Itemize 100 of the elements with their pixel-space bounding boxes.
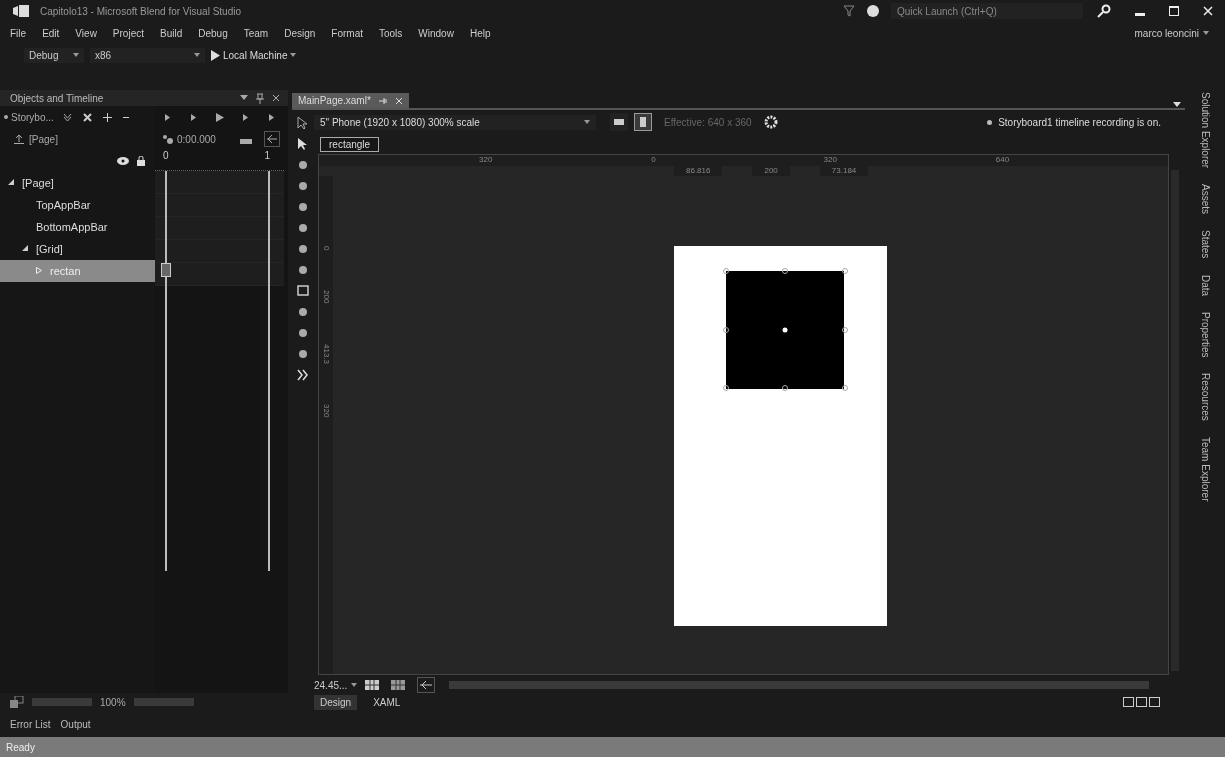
storyboard-picker[interactable]: Storybo... (4, 111, 54, 123)
menu-item[interactable]: Design (284, 27, 316, 39)
keyframe-icon[interactable] (163, 134, 173, 144)
pin-icon[interactable] (256, 92, 264, 104)
more-tools-icon[interactable] (297, 368, 309, 382)
tree-item[interactable]: BottomAppBar (0, 216, 155, 238)
playback-control-icon[interactable] (189, 112, 199, 122)
quick-launch-field[interactable]: Quick Launch (Ctrl+Q) (891, 3, 1083, 19)
side-panel-tab[interactable]: Assets (1199, 184, 1211, 215)
play-icon (211, 49, 220, 61)
view-tab[interactable]: XAML (367, 694, 407, 710)
measurement-label: 73.184 (819, 166, 869, 176)
platform-dropdown[interactable]: x86 (90, 47, 205, 63)
layout-icon[interactable] (10, 696, 24, 708)
zoom-dropdown[interactable]: 24.45... (314, 679, 358, 691)
dot-icon (4, 115, 8, 119)
add-icon[interactable] (102, 112, 112, 122)
side-panel-tab[interactable]: Resources (1199, 373, 1211, 422)
filter-icon[interactable] (843, 5, 855, 17)
artboard-page[interactable] (674, 246, 887, 626)
recording-status: Storyboard1 timeline recording is on. (998, 116, 1161, 128)
maximize-icon[interactable] (1169, 6, 1179, 16)
portrait-orientation-icon[interactable] (634, 113, 652, 131)
panel-title: Objects and Timeline (10, 92, 104, 104)
playhead-line[interactable] (165, 171, 167, 571)
view-tab[interactable]: Design (314, 694, 358, 710)
menu-item[interactable]: Help (469, 27, 491, 39)
keyframe-icon[interactable] (161, 263, 171, 277)
ruler-label: 640 (995, 155, 1011, 166)
side-panel-tab[interactable]: Data (1199, 274, 1211, 296)
close-storyboard-icon[interactable] (82, 112, 92, 122)
device-dropdown[interactable]: 5" Phone (1920 x 1080) 300% scale (314, 114, 596, 130)
timeline-tick-label: 0 (163, 150, 169, 163)
playback-control-icon[interactable] (215, 112, 224, 122)
tree-item[interactable]: TopAppBar (0, 194, 155, 216)
side-panel-tab[interactable]: Solution Explorer (1199, 92, 1211, 169)
run-button[interactable]: Local Machine (211, 49, 297, 61)
side-panel-tab[interactable]: Team Explorer (1199, 437, 1211, 502)
horizontal-scrollbar[interactable] (133, 698, 194, 706)
menu-item[interactable]: Debug (198, 27, 228, 39)
timeline-time[interactable]: 0:00.000 (177, 133, 216, 145)
eye-icon[interactable] (117, 157, 129, 165)
menu-item[interactable]: Format (331, 27, 363, 39)
ruler-label: 0 (321, 246, 331, 251)
caret-icon (290, 53, 297, 57)
menu-item[interactable]: Build (160, 27, 183, 39)
menu-item[interactable]: View (75, 27, 97, 39)
lock-icon[interactable] (137, 156, 145, 166)
grid-icon[interactable] (365, 680, 380, 690)
timeline-zoom[interactable]: 100% (100, 696, 126, 708)
horizontal-scrollbar[interactable] (449, 681, 1149, 689)
caret-icon (194, 53, 200, 57)
ruler-label: 320 (321, 403, 331, 418)
horizontal-scrollbar[interactable] (32, 698, 92, 706)
effective-size-label: Effective: 640 x 360 (664, 116, 752, 128)
close-icon[interactable] (272, 94, 280, 102)
playback-control-icon[interactable] (240, 112, 250, 122)
settings-icon[interactable] (763, 115, 778, 129)
menu-item[interactable]: Project (112, 27, 144, 39)
snap-grid-icon[interactable] (391, 680, 406, 690)
breadcrumb[interactable]: rectangle (320, 136, 380, 152)
selection-icon[interactable] (297, 116, 309, 130)
tab-list-icon[interactable] (1173, 102, 1181, 108)
snap-lines-icon[interactable] (417, 677, 436, 693)
playback-control-icon[interactable] (266, 112, 276, 122)
split-view-icon[interactable] (1123, 697, 1161, 707)
caret-icon (73, 53, 79, 57)
pointer-icon[interactable] (297, 137, 309, 151)
status-bar: Ready (0, 737, 1225, 757)
tree-item[interactable]: [Grid] (0, 238, 155, 260)
user-account-menu[interactable]: marco leoncini (1134, 27, 1209, 39)
menu-item[interactable]: Edit (42, 27, 60, 39)
playback-control-icon[interactable] (163, 112, 173, 122)
ruler-label: 320 (479, 155, 494, 166)
bottom-panel-tab[interactable]: Output (60, 718, 91, 730)
storyboard-options-icon[interactable] (62, 112, 72, 122)
caret-icon (584, 120, 590, 124)
rectangle-tool-icon[interactable] (297, 284, 309, 298)
search-icon[interactable] (1097, 4, 1111, 18)
expanded-triangle-icon[interactable] (8, 178, 14, 186)
ruler-label: 0 (651, 155, 657, 166)
menu-item[interactable]: File (10, 27, 27, 39)
tree-item[interactable]: [Page] (0, 172, 155, 194)
caret-icon (1203, 31, 1209, 35)
measurement-label: 86.816 (674, 166, 723, 176)
panel-menu-icon[interactable] (240, 95, 248, 101)
side-panel-tab[interactable]: States (1199, 230, 1211, 259)
menu-item[interactable]: Window (418, 27, 454, 39)
bottom-panel-tab[interactable]: Error List (10, 718, 51, 730)
menu-item[interactable]: Tools (378, 27, 403, 39)
scope-up-icon[interactable] (14, 134, 24, 144)
scope-label: [Page] (29, 133, 58, 145)
ruler-label: 320 (823, 155, 838, 166)
landscape-orientation-icon[interactable] (610, 113, 628, 131)
expanded-triangle-icon[interactable] (22, 244, 28, 252)
fit-icon[interactable] (264, 131, 280, 147)
side-panel-tab[interactable]: Properties (1199, 311, 1211, 358)
configuration-dropdown[interactable]: Debug (24, 47, 84, 63)
menu-item[interactable]: Team (243, 27, 269, 39)
collapsed-triangle-icon[interactable] (36, 266, 42, 274)
